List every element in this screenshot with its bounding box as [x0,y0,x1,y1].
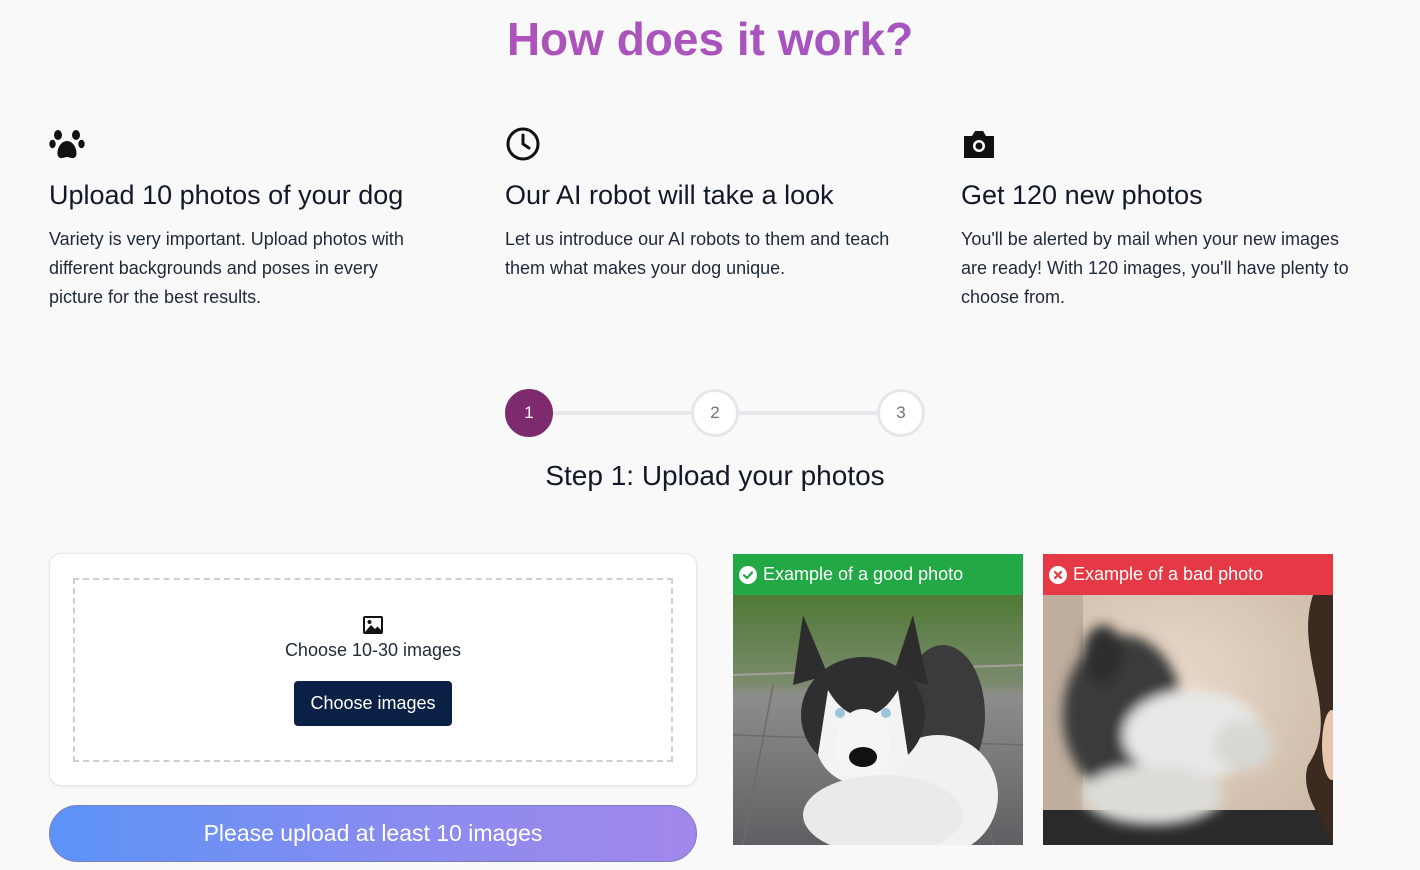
feature-upload: Upload 10 photos of your dog Variety is … [49,126,449,312]
feature-description: Let us introduce our AI robots to them a… [505,229,890,278]
feature-title: Our AI robot will take a look [505,180,834,210]
good-dog-photo [733,595,1023,845]
image-icon [363,616,383,634]
step-2: 2 [691,389,739,437]
good-photo-label: Example of a good photo [763,564,964,584]
camera-icon [964,131,994,158]
feature-description: Variety is very important. Upload photos… [49,229,404,307]
upload-submit-button[interactable]: Please upload at least 10 images [49,805,697,862]
bad-photo-label: Example of a bad photo [1073,564,1264,584]
upload-hint: Choose 10-30 images [284,640,462,660]
good-photo-example: Example of a good photo [733,554,1023,845]
good-photo-banner: Example of a good photo [733,554,1023,595]
bad-dog-photo [1043,595,1333,845]
x-circle-icon [1049,565,1067,584]
step-connector [549,411,693,415]
page-title: How does it work? [0,12,1420,66]
bad-photo-banner: Example of a bad photo [1043,554,1333,595]
feature-new-photos: Get 120 new photos You'll be alerted by … [961,126,1361,312]
step-connector [735,411,879,415]
step-1: 1 [505,389,553,437]
choose-images-button[interactable]: Choose images [294,681,452,726]
clock-icon [506,127,540,161]
bad-photo-example: Example of a bad photo [1043,554,1333,845]
feature-ai-robot: Our AI robot will take a look Let us int… [505,126,905,283]
feature-title: Upload 10 photos of your dog [49,180,404,210]
check-circle-icon [739,565,757,584]
stepper: 1 2 3 [505,389,925,437]
dropzone[interactable]: Choose 10-30 images Choose images [73,578,673,762]
step-3: 3 [877,389,925,437]
paw-icon [49,130,85,159]
feature-description: You'll be alerted by mail when your new … [961,229,1349,307]
upload-card: Choose 10-30 images Choose images [49,553,697,786]
step-title: Step 1: Upload your photos [545,460,885,491]
feature-title: Get 120 new photos [961,180,1203,210]
